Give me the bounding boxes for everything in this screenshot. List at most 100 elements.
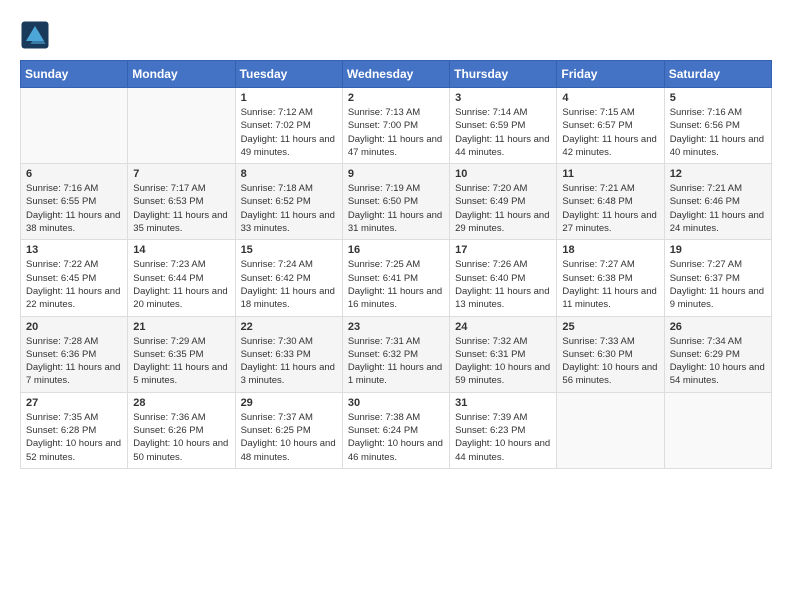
- cell-text-line: Sunset: 6:36 PM: [26, 349, 96, 360]
- day-number: 2: [348, 92, 444, 104]
- cell-text-line: Sunrise: 7:13 AM: [348, 107, 420, 118]
- cell-text-line: Sunrise: 7:23 AM: [133, 259, 205, 270]
- calendar-cell: 30 Sunrise: 7:38 AMSunset: 6:24 PMDayligh…: [342, 392, 449, 468]
- cell-text-line: Daylight: 11 hours and 38 minutes.: [26, 210, 120, 234]
- cell-text-line: Daylight: 11 hours and 42 minutes.: [562, 134, 656, 158]
- cell-text-line: Sunrise: 7:36 AM: [133, 412, 205, 423]
- cell-text-line: Daylight: 11 hours and 22 minutes.: [26, 286, 120, 310]
- cell-text-line: Daylight: 11 hours and 16 minutes.: [348, 286, 442, 310]
- cell-content: Sunrise: 7:17 AMSunset: 6:53 PMDaylight:…: [133, 182, 229, 235]
- calendar-cell: 29 Sunrise: 7:37 AMSunset: 6:25 PMDayligh…: [235, 392, 342, 468]
- cell-content: Sunrise: 7:25 AMSunset: 6:41 PMDaylight:…: [348, 258, 444, 311]
- day-number: 30: [348, 397, 444, 409]
- cell-text-line: Sunset: 6:50 PM: [348, 196, 418, 207]
- calendar-cell: 22Sunrise: 7:30 AMSunset: 6:33 PMDayligh…: [235, 316, 342, 392]
- calendar-cell: [128, 88, 235, 164]
- cell-text-line: Sunrise: 7:16 AM: [26, 183, 98, 194]
- cell-content: Sunrise: 7:39 AM Sunset: 6:23 PM Daylight:…: [455, 411, 551, 464]
- cell-content: Sunrise: 7:13 AMSunset: 7:00 PMDaylight:…: [348, 106, 444, 159]
- calendar-cell: 9Sunrise: 7:19 AMSunset: 6:50 PMDaylight…: [342, 164, 449, 240]
- cell-text-line: Sunrise: 7:20 AM: [455, 183, 527, 194]
- cell-content: Sunrise: 7:21 AMSunset: 6:48 PMDaylight:…: [562, 182, 658, 235]
- day-number: 29: [241, 397, 337, 409]
- calendar-cell: 7Sunrise: 7:17 AMSunset: 6:53 PMDaylight…: [128, 164, 235, 240]
- cell-text-line: Sunrise: 7:35 AM: [26, 412, 98, 423]
- cell-text-line: Sunset: 6:52 PM: [241, 196, 311, 207]
- cell-text-line: Sunset: 6:33 PM: [241, 349, 311, 360]
- calendar-cell: 1Sunrise: 7:12 AMSunset: 7:02 PMDaylight…: [235, 88, 342, 164]
- day-number: 18: [562, 244, 658, 256]
- cell-text-line: Sunrise: 7:16 AM: [670, 107, 742, 118]
- cell-text-line: Sunset: 6:45 PM: [26, 273, 96, 284]
- calendar-week-row: 6 Sunrise: 7:16 AM Sunset: 6:55 PM Daylight…: [21, 164, 772, 240]
- cell-text-line: Daylight: 11 hours and 7 minutes.: [26, 362, 120, 386]
- day-number: 12: [670, 168, 766, 180]
- calendar-cell: 25 Sunrise: 7:33 AMSunset: 6:30 PMDayligh…: [557, 316, 664, 392]
- calendar-cell: 19Sunrise: 7:27 AMSunset: 6:37 PMDayligh…: [664, 240, 771, 316]
- day-number: 11: [562, 168, 658, 180]
- calendar-cell: [557, 392, 664, 468]
- cell-text-line: Daylight: 11 hours and 11 minutes.: [562, 286, 656, 310]
- cell-text-line: Daylight: 11 hours and 31 minutes.: [348, 210, 442, 234]
- cell-content: Sunrise: 7:33 AMSunset: 6:30 PMDaylight:…: [562, 335, 658, 388]
- cell-text-line: Daylight: 10 hours and 44 minutes.: [455, 438, 550, 462]
- calendar-cell: 26Sunrise: 7:34 AMSunset: 6:29 PMDayligh…: [664, 316, 771, 392]
- cell-text-line: Sunset: 6:57 PM: [562, 120, 632, 131]
- cell-content: Sunrise: 7:27 AMSunset: 6:37 PMDaylight:…: [670, 258, 766, 311]
- cell-text-line: Sunset: 6:46 PM: [670, 196, 740, 207]
- cell-text-line: Daylight: 11 hours and 33 minutes.: [241, 210, 335, 234]
- day-number: 17: [455, 244, 551, 256]
- cell-content: Sunrise: 7:36 AMSunset: 6:26 PMDaylight:…: [133, 411, 229, 464]
- cell-content: Sunrise: 7:20 AMSunset: 6:49 PMDaylight:…: [455, 182, 551, 235]
- day-number: 9: [348, 168, 444, 180]
- calendar-cell: 11 Sunrise: 7:21 AMSunset: 6:48 PMDayligh…: [557, 164, 664, 240]
- weekday-header: Saturday: [664, 61, 771, 88]
- day-number: 13: [26, 244, 122, 256]
- day-number: 14: [133, 244, 229, 256]
- calendar-cell: 21Sunrise: 7:29 AMSunset: 6:35 PMDayligh…: [128, 316, 235, 392]
- day-number: 5: [670, 92, 766, 104]
- cell-text-line: Sunrise: 7:38 AM: [348, 412, 420, 423]
- cell-text-line: Sunset: 6:59 PM: [455, 120, 525, 131]
- cell-text-line: Daylight: 11 hours and 18 minutes.: [241, 286, 335, 310]
- calendar-week-row: 13Sunrise: 7:22 AMSunset: 6:45 PMDayligh…: [21, 240, 772, 316]
- cell-text-line: Sunset: 6:29 PM: [670, 349, 740, 360]
- cell-text-line: Sunrise: 7:17 AM: [133, 183, 205, 194]
- cell-text-line: Sunrise: 7:29 AM: [133, 336, 205, 347]
- day-number: 25: [562, 321, 658, 333]
- cell-text-line: Sunrise: 7:39 AM: [455, 412, 527, 423]
- cell-text-line: Daylight: 11 hours and 27 minutes.: [562, 210, 656, 234]
- cell-text-line: Sunrise: 7:26 AM: [455, 259, 527, 270]
- day-number: 23: [348, 321, 444, 333]
- calendar-cell: 20Sunrise: 7:28 AMSunset: 6:36 PMDayligh…: [21, 316, 128, 392]
- cell-text-line: Daylight: 11 hours and 35 minutes.: [133, 210, 227, 234]
- day-number: 28: [133, 397, 229, 409]
- calendar-cell: 27Sunrise: 7:35 AMSunset: 6:28 PMDayligh…: [21, 392, 128, 468]
- cell-text-line: Sunset: 6:55 PM: [26, 196, 96, 207]
- cell-text-line: Sunrise: 7:31 AM: [348, 336, 420, 347]
- cell-content: Sunrise: 7:30 AMSunset: 6:33 PMDaylight:…: [241, 335, 337, 388]
- day-number: 15: [241, 244, 337, 256]
- day-number: 6: [26, 168, 122, 180]
- cell-text-line: Daylight: 10 hours and 54 minutes.: [670, 362, 765, 386]
- calendar-cell: 5Sunrise: 7:16 AMSunset: 6:56 PMDaylight…: [664, 88, 771, 164]
- cell-content: Sunrise: 7:31 AMSunset: 6:32 PMDaylight:…: [348, 335, 444, 388]
- cell-content: Sunrise: 7:38 AMSunset: 6:24 PMDaylight:…: [348, 411, 444, 464]
- weekday-header: Friday: [557, 61, 664, 88]
- cell-text-line: Sunrise: 7:37 AM: [241, 412, 313, 423]
- cell-content: Sunrise: 7:37 AMSunset: 6:25 PMDaylight:…: [241, 411, 337, 464]
- cell-text-line: Sunset: 6:37 PM: [670, 273, 740, 284]
- cell-text-line: Sunset: 6:30 PM: [562, 349, 632, 360]
- cell-content: Sunrise: 7:27 AMSunset: 6:38 PMDaylight:…: [562, 258, 658, 311]
- weekday-header: Sunday: [21, 61, 128, 88]
- cell-text-line: Sunrise: 7:15 AM: [562, 107, 634, 118]
- cell-content: Sunrise: 7:23 AMSunset: 6:44 PMDaylight:…: [133, 258, 229, 311]
- cell-text-line: Sunset: 6:38 PM: [562, 273, 632, 284]
- cell-text-line: Sunset: 6:56 PM: [670, 120, 740, 131]
- cell-content: Sunrise: 7:32 AMSunset: 6:31 PMDaylight:…: [455, 335, 551, 388]
- calendar-week-row: 27Sunrise: 7:35 AMSunset: 6:28 PMDayligh…: [21, 392, 772, 468]
- cell-text-line: Sunrise: 7:21 AM: [562, 183, 634, 194]
- cell-text-line: Sunset: 6:23 PM: [455, 425, 525, 436]
- calendar-cell: 14 Sunrise: 7:23 AMSunset: 6:44 PMDayligh…: [128, 240, 235, 316]
- cell-text-line: Sunset: 6:26 PM: [133, 425, 203, 436]
